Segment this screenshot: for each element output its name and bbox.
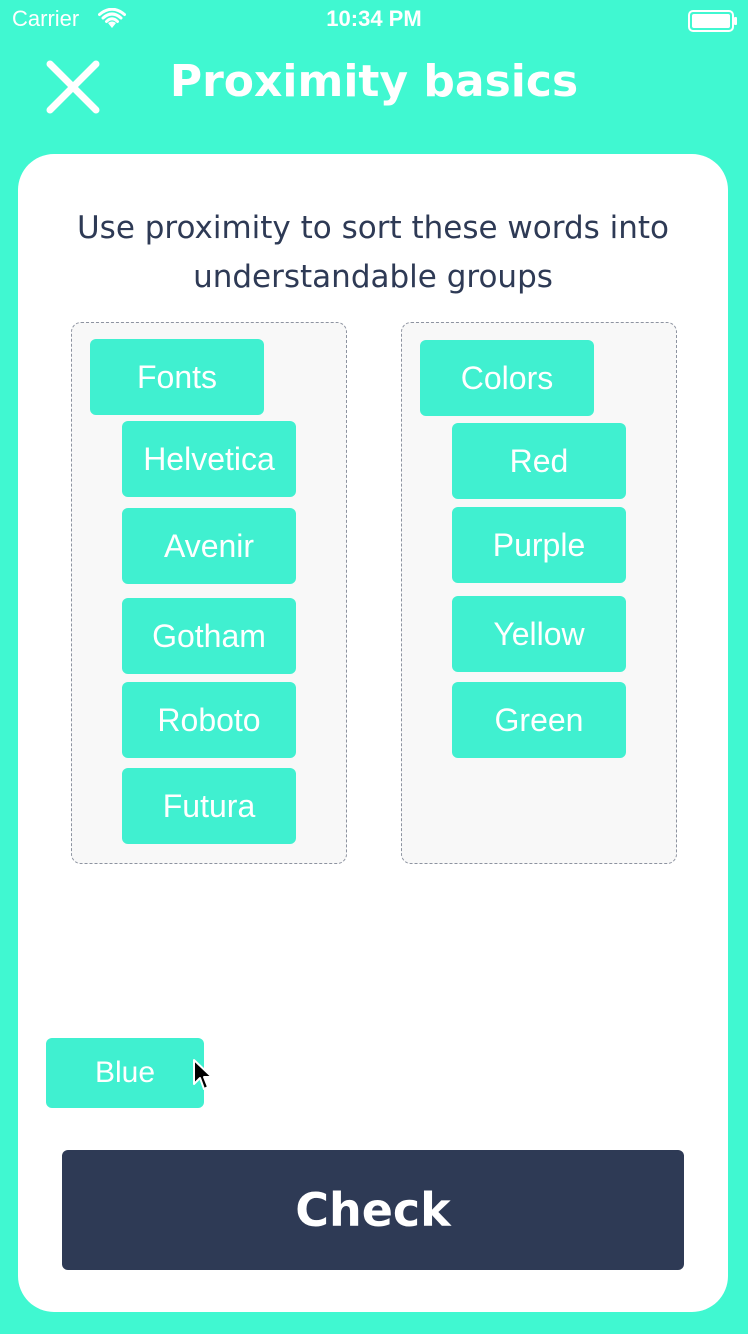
battery-icon xyxy=(688,10,737,32)
word-chip-roboto[interactable]: Roboto xyxy=(122,682,296,758)
word-chip-yellow[interactable]: Yellow xyxy=(452,596,626,672)
word-chip-helvetica[interactable]: Helvetica xyxy=(122,421,296,497)
page-title: Proximity basics xyxy=(169,56,579,107)
word-chip-blue[interactable]: Blue xyxy=(46,1038,204,1108)
close-button[interactable] xyxy=(44,58,102,116)
word-chip-green[interactable]: Green xyxy=(452,682,626,758)
mouse-cursor-icon xyxy=(193,1059,213,1090)
exercise-card: Use proximity to sort these words into u… xyxy=(18,154,728,1312)
drop-zone-fonts[interactable]: Fonts Helvetica Avenir Gotham Roboto Fut… xyxy=(71,322,347,864)
status-bar: Carrier 10:34 PM xyxy=(0,0,748,40)
word-chip-colors[interactable]: Colors xyxy=(420,340,594,416)
drop-zone-colors[interactable]: Colors Red Purple Yellow Green xyxy=(401,322,677,864)
close-icon xyxy=(46,60,100,114)
check-button[interactable]: Check xyxy=(62,1150,684,1270)
instructions-text: Use proximity to sort these words into u… xyxy=(76,210,670,295)
word-chip-red[interactable]: Red xyxy=(452,423,626,499)
word-chip-gotham[interactable]: Gotham xyxy=(122,598,296,674)
word-chip-avenir[interactable]: Avenir xyxy=(122,508,296,584)
word-chip-fonts[interactable]: Fonts xyxy=(90,339,264,415)
word-chip-purple[interactable]: Purple xyxy=(452,507,626,583)
word-chip-futura[interactable]: Futura xyxy=(122,768,296,844)
status-time: 10:34 PM xyxy=(326,6,422,31)
